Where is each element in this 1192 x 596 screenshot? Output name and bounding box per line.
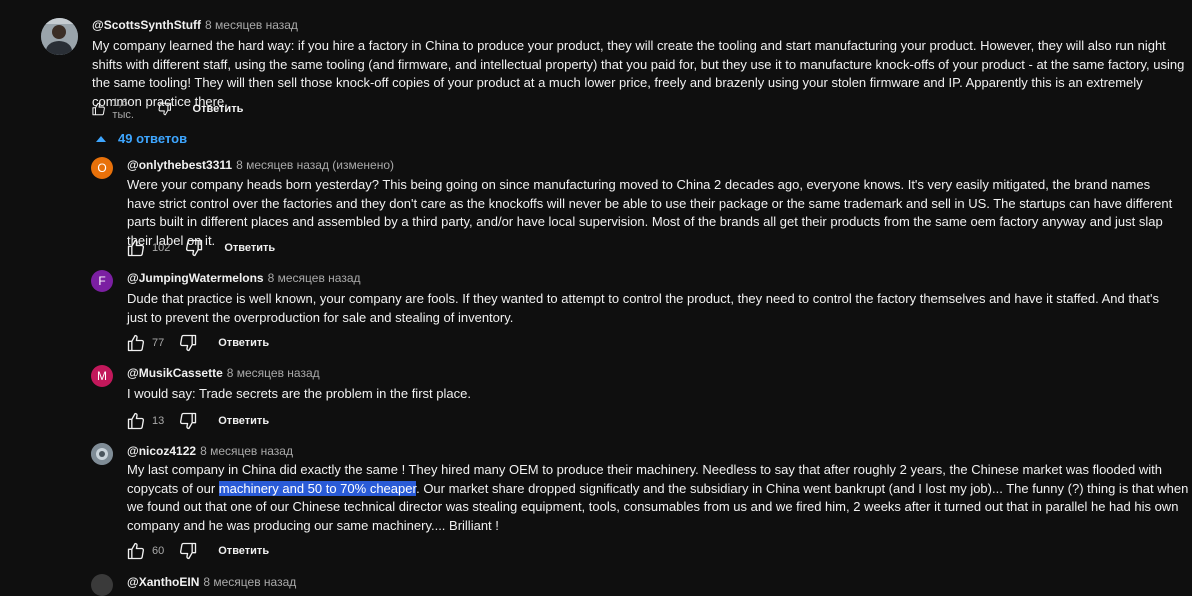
comment-meta: @MusikCassette 8 месяцев назад (127, 366, 320, 380)
comment-actions: 60 Ответить (126, 541, 269, 561)
comment-meta: @ScottsSynthStuff 8 месяцев назад (92, 18, 298, 32)
author-name[interactable]: @MusikCassette (127, 366, 223, 380)
avatar[interactable]: F (91, 270, 113, 292)
avatar[interactable]: M (91, 365, 113, 387)
avatar-letter: O (97, 161, 107, 175)
comment-text: My last company in China did exactly the… (127, 461, 1192, 535)
like-count: 102 (152, 242, 171, 254)
chevron-up-icon (96, 135, 106, 142)
like-count: 1,6 тыс. (112, 97, 134, 121)
avatar[interactable] (91, 443, 113, 465)
author-name[interactable]: @XanthoEIN (127, 575, 199, 589)
comment-time[interactable]: 8 месяцев назад (изменено) (236, 158, 394, 172)
like-count: 13 (152, 415, 165, 427)
avatar[interactable]: O (91, 157, 113, 179)
thumbs-down-icon[interactable] (157, 99, 172, 119)
reply-button[interactable]: Ответить (193, 103, 244, 115)
selected-text: machinery and 50 to 70% cheaper (218, 480, 417, 496)
reply-button[interactable]: Ответить (224, 242, 275, 254)
thumbs-up-icon[interactable] (126, 238, 146, 258)
comment-time[interactable]: 8 месяцев назад (200, 444, 293, 458)
comment-actions: 102 Ответить (126, 238, 275, 258)
avatar-letter: M (97, 369, 107, 383)
reply-button[interactable]: Ответить (218, 545, 269, 557)
author-name[interactable]: @onlythebest3311 (127, 158, 232, 172)
reply-button[interactable]: Ответить (218, 415, 269, 427)
comment-actions: 1,6 тыс. Ответить (91, 97, 244, 121)
comment-text: I would say: Trade secrets are the probl… (127, 386, 471, 401)
avatar[interactable] (91, 574, 113, 596)
comment-time[interactable]: 8 месяцев назад (205, 18, 298, 32)
thumbs-down-icon[interactable] (178, 541, 198, 561)
thumbs-up-icon[interactable] (91, 99, 106, 119)
thumbs-up-icon[interactable] (126, 333, 146, 353)
like-count: 60 (152, 545, 165, 557)
comment-time[interactable]: 8 месяцев назад (203, 575, 296, 589)
replies-toggle-label: 49 ответов (118, 131, 188, 146)
comment-text: Were your company heads born yesterday? … (127, 177, 1173, 248)
comment-meta: @XanthoEIN 8 месяцев назад (127, 575, 296, 589)
replies-toggle[interactable]: 49 ответов (96, 131, 187, 146)
comment-text: My company learned the hard way: if you … (92, 38, 1185, 109)
avatar-photo-icon (91, 443, 113, 465)
comment-meta: @JumpingWatermelons 8 месяцев назад (127, 271, 361, 285)
comment-meta: @nicoz4122 8 месяцев назад (127, 444, 293, 458)
author-name[interactable]: @nicoz4122 (127, 444, 196, 458)
avatar[interactable] (41, 18, 78, 55)
thumbs-up-icon[interactable] (126, 411, 146, 431)
thumbs-down-icon[interactable] (178, 411, 198, 431)
like-count: 77 (152, 337, 165, 349)
author-name[interactable]: @JumpingWatermelons (127, 271, 264, 285)
author-name[interactable]: @ScottsSynthStuff (92, 18, 201, 32)
reply-button[interactable]: Ответить (218, 337, 269, 349)
thumbs-up-icon[interactable] (126, 541, 146, 561)
avatar-letter: F (98, 274, 106, 288)
thumbs-down-icon[interactable] (178, 333, 198, 353)
comment-time[interactable]: 8 месяцев назад (227, 366, 320, 380)
comment-actions: 77 Ответить (126, 333, 269, 353)
comment-meta: @onlythebest3311 8 месяцев назад (изменен… (127, 158, 394, 172)
avatar-photo-icon (41, 18, 78, 55)
thumbs-down-icon[interactable] (184, 238, 204, 258)
comment-text: Dude that practice is well known, your c… (127, 291, 1159, 325)
comment-actions: 13 Ответить (126, 411, 269, 431)
comment-time[interactable]: 8 месяцев назад (268, 271, 361, 285)
